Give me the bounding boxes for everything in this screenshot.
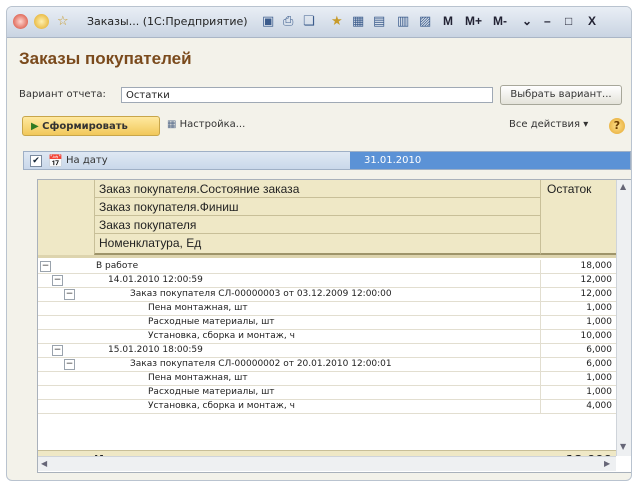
row-label: Расходные материалы, шт xyxy=(148,317,275,327)
header-order-state: Заказ покупателя.Состояние заказа xyxy=(94,180,540,198)
date-parameter-checkbox[interactable]: ✔ xyxy=(30,155,42,167)
report-variant-label: Вариант отчета: xyxy=(19,89,106,100)
close-button[interactable]: X xyxy=(588,13,596,29)
date-parameter-row: ✔ 📅 На дату 31.01.2010 xyxy=(23,151,631,170)
table-row[interactable]: Установка, сборка и монтаж, ч 4,000 xyxy=(38,400,616,414)
all-actions-menu[interactable]: Все действия ▾ xyxy=(509,119,588,130)
header-balance: Остаток xyxy=(540,180,616,255)
row-label: Заказ покупателя СЛ-00000002 от 20.01.20… xyxy=(130,359,392,369)
chevron-down-icon: ▾ xyxy=(583,119,589,130)
window-icon[interactable]: ▨ xyxy=(419,14,431,29)
table-row[interactable]: − Заказ покупателя СЛ-00000002 от 20.01.2… xyxy=(38,358,616,372)
app-menu-icon[interactable] xyxy=(13,14,28,29)
preview-icon[interactable]: ❏ xyxy=(303,14,315,29)
row-value: 12,000 xyxy=(540,274,614,287)
settings-label: Настройка... xyxy=(179,119,246,130)
table-row[interactable]: − В работе 18,000 xyxy=(38,260,616,274)
maximize-button[interactable]: □ xyxy=(565,13,572,29)
row-value: 18,000 xyxy=(540,260,614,273)
row-label: В работе xyxy=(96,261,139,271)
settings-icon: ▦ xyxy=(167,119,180,130)
memory-minus-button[interactable]: M- xyxy=(493,13,507,29)
collapse-icon[interactable]: − xyxy=(40,261,51,272)
row-value: 12,000 xyxy=(540,288,614,301)
row-label: Заказ покупателя СЛ-00000003 от 03.12.20… xyxy=(130,289,392,299)
table-row[interactable]: − Заказ покупателя СЛ-00000003 от 03.12.2… xyxy=(38,288,616,302)
calendar-icon[interactable]: ▤ xyxy=(373,14,385,29)
date-parameter-label: На дату xyxy=(66,155,108,166)
collapse-icon[interactable]: − xyxy=(52,275,63,286)
header-order-finish: Заказ покупателя.Финиш xyxy=(94,198,540,216)
minimize-button[interactable]: – xyxy=(544,13,551,29)
header-nomenclature: Номенклатура, Ед xyxy=(94,234,540,255)
report-variant-field[interactable]: Остатки xyxy=(121,87,493,103)
row-label: 15.01.2010 18:00:59 xyxy=(108,345,203,355)
row-label: Пена монтажная, шт xyxy=(148,373,248,383)
report-table: Заказ покупателя.Состояние заказа Заказ … xyxy=(37,179,631,473)
play-icon: ▶ xyxy=(31,121,43,132)
select-variant-button[interactable]: Выбрать вариант... xyxy=(500,85,622,105)
row-label: Пена монтажная, шт xyxy=(148,303,248,313)
row-label: Установка, сборка и монтаж, ч xyxy=(148,401,295,411)
title-bar: ☆ Заказы... (1С:Предприятие) ▣ ⎙ ❏ ★ ▦ ▤… xyxy=(7,7,631,38)
scroll-right-icon[interactable]: ▶ xyxy=(604,459,610,469)
row-value: 1,000 xyxy=(540,316,614,329)
all-actions-label: Все действия xyxy=(509,119,580,130)
table-row[interactable]: Расходные материалы, шт 1,000 xyxy=(38,386,616,400)
print-icon[interactable]: ⎙ xyxy=(283,14,293,29)
date-parameter-value[interactable]: 31.01.2010 xyxy=(350,152,630,169)
row-value: 1,000 xyxy=(540,386,614,399)
row-value: 4,000 xyxy=(540,400,614,413)
row-value: 6,000 xyxy=(540,358,614,371)
table-row[interactable]: Расходные материалы, шт 1,000 xyxy=(38,316,616,330)
scroll-down-icon[interactable]: ▼ xyxy=(620,442,626,452)
row-label: 14.01.2010 12:00:59 xyxy=(108,275,203,285)
row-value: 6,000 xyxy=(540,344,614,357)
page-title: Заказы покупателей xyxy=(19,49,192,68)
row-label: Установка, сборка и монтаж, ч xyxy=(148,331,295,341)
table-row[interactable]: Пена монтажная, шт 1,000 xyxy=(38,372,616,386)
memory-button[interactable]: M xyxy=(443,13,453,29)
memory-plus-button[interactable]: M+ xyxy=(465,13,482,29)
help-icon[interactable]: ? xyxy=(609,118,625,134)
table-row[interactable]: Установка, сборка и монтаж, ч 10,000 xyxy=(38,330,616,344)
row-value: 10,000 xyxy=(540,330,614,343)
generate-label: Сформировать xyxy=(42,121,128,132)
window-title: Заказы... (1С:Предприятие) xyxy=(87,15,248,28)
favorite-icon[interactable]: ★ xyxy=(331,14,343,29)
row-value: 1,000 xyxy=(540,302,614,315)
scroll-up-icon[interactable]: ▲ xyxy=(620,182,626,192)
settings-button[interactable]: ▦ Настройка... xyxy=(167,119,245,130)
table-row[interactable]: − 14.01.2010 12:00:59 12,000 xyxy=(38,274,616,288)
header-order: Заказ покупателя xyxy=(94,216,540,234)
table-row[interactable]: Пена монтажная, шт 1,000 xyxy=(38,302,616,316)
report-window: ☆ Заказы... (1С:Предприятие) ▣ ⎙ ❏ ★ ▦ ▤… xyxy=(6,6,632,481)
header-divider xyxy=(38,255,616,258)
row-value: 1,000 xyxy=(540,372,614,385)
star-icon[interactable]: ☆ xyxy=(57,14,69,29)
back-icon[interactable] xyxy=(34,14,49,29)
clipboard-icon[interactable]: ▥ xyxy=(397,14,409,29)
generate-button[interactable]: ▶ Сформировать xyxy=(22,116,160,136)
calculator-icon[interactable]: ▦ xyxy=(352,14,364,29)
table-header-tree-column xyxy=(38,180,94,257)
row-label: Расходные материалы, шт xyxy=(148,387,275,397)
dropdown-button[interactable]: ⌄ xyxy=(522,13,532,29)
collapse-icon[interactable]: − xyxy=(64,289,75,300)
vertical-scrollbar[interactable]: ▲ ▼ xyxy=(616,180,631,456)
calendar-icon: 📅 xyxy=(48,154,63,168)
table-row[interactable]: − 15.01.2010 18:00:59 6,000 xyxy=(38,344,616,358)
collapse-icon[interactable]: − xyxy=(52,345,63,356)
collapse-icon[interactable]: − xyxy=(64,359,75,370)
save-icon[interactable]: ▣ xyxy=(262,14,274,29)
scroll-left-icon[interactable]: ◀ xyxy=(41,459,47,469)
horizontal-scrollbar[interactable]: ◀ ▶ xyxy=(38,456,616,471)
